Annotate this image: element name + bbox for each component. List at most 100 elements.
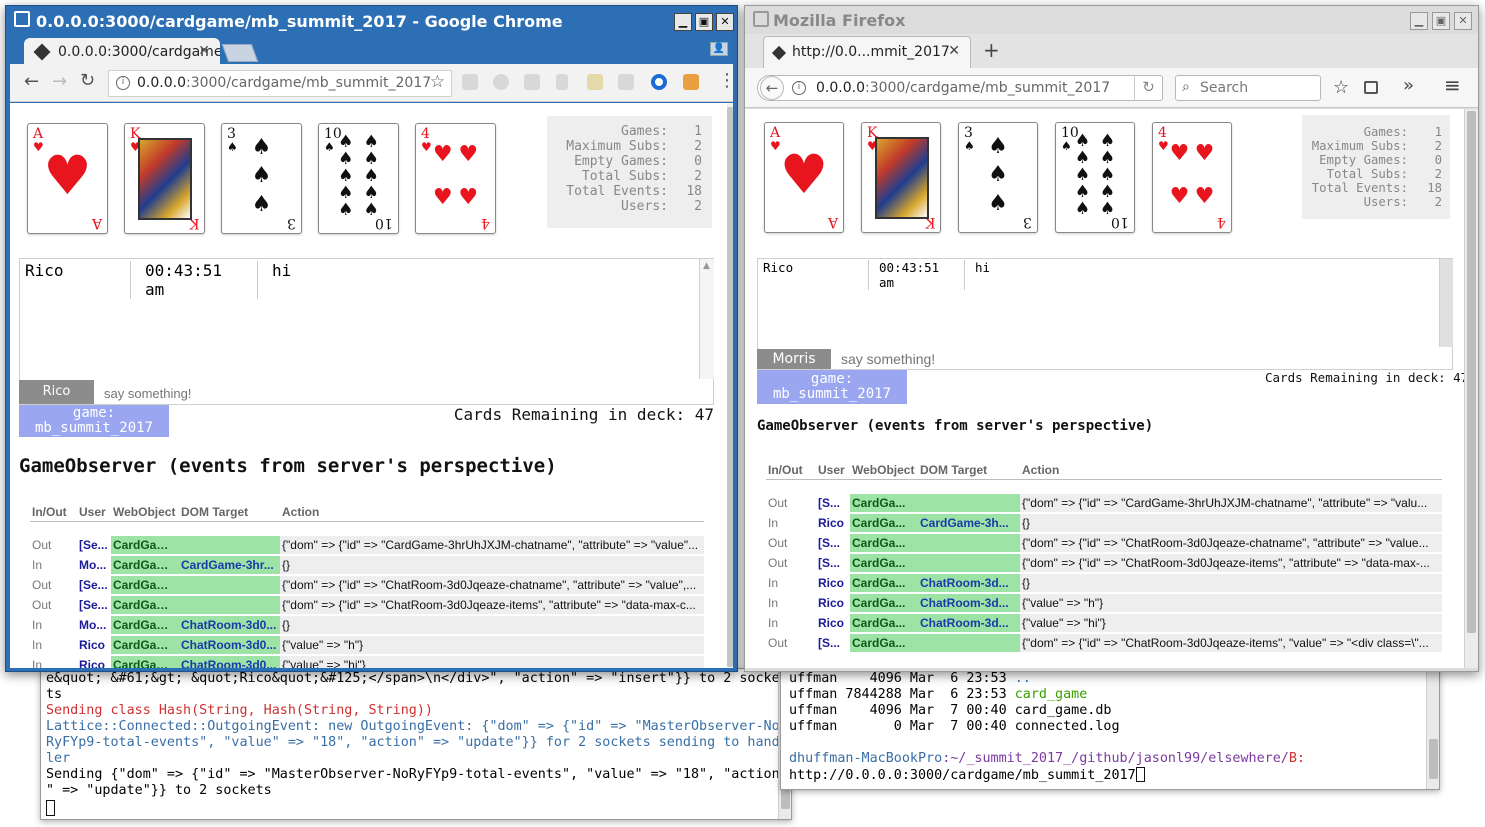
ff-page-scrollbar[interactable] [1464, 109, 1478, 668]
ff-card-a[interactable]: A ♥ A ♥ [764, 122, 844, 233]
page-scrollbar[interactable] [727, 103, 733, 668]
ff-maximize-button[interactable]: ▣ [1432, 12, 1450, 30]
column-header[interactable]: User [77, 505, 111, 522]
ff-card-k[interactable]: K ♥ K [861, 122, 941, 233]
ff-overflow-icon[interactable]: » [1403, 75, 1414, 96]
event-row[interactable]: In Rico CardGa... ChatRoom-3d...{} [766, 574, 1442, 592]
extension-icon-5[interactable] [587, 74, 603, 90]
event-row[interactable]: Out [Se... CardGam... {"dom" => {"id" => "C… [30, 536, 704, 554]
extension-icon-2[interactable] [493, 74, 509, 90]
events-table: In/Out User WebObject DOM Target Action Out [S… [30, 503, 704, 668]
column-header[interactable]: In/Out [30, 505, 77, 522]
chat-scrollbar[interactable]: ▲ [699, 259, 714, 379]
chrome-window[interactable]: 0.0.0.0:3000/cardgame/mb_summit_2017 - G… [5, 5, 738, 672]
column-header[interactable]: DOM Target [918, 463, 1020, 480]
profile-icon[interactable]: 👤 [710, 42, 728, 56]
menu-dots-icon[interactable]: ⋮ [718, 70, 736, 91]
extension-icon-3[interactable] [524, 74, 540, 90]
column-header[interactable]: In/Out [766, 463, 816, 480]
column-header[interactable]: Action [280, 505, 704, 522]
event-row[interactable]: Out [S... CardGa... {"dom" => {"id" => "Cha… [766, 534, 1442, 552]
card-a[interactable]: A ♥ A ♥ [27, 123, 108, 234]
ff-tab-close-icon[interactable]: ✕ [948, 43, 960, 59]
ff-page-scrollbar-thumb[interactable] [1467, 111, 1476, 633]
chrome-tab-active[interactable]: 0.0.0.0:3000/cardgame/ ✕ [24, 38, 220, 66]
card-10[interactable]: 10 ♠ 10 ♠ ♠ ♠ ♠ ♠ ♠ ♠ ♠ ♠ ♠ [318, 123, 399, 234]
event-row[interactable]: In Rico CardGa... ChatRoom-3d... {"value" =>… [766, 594, 1442, 612]
card-pips: ♠ ♠ ♠ ♠ ♠ ♠ ♠ ♠ ♠ ♠ [319, 134, 398, 219]
stat-label: Maximum Subs: [566, 139, 668, 154]
card-3[interactable]: 3 ♠ 3 ♠ ♠ ♠ [221, 123, 302, 234]
event-webobject: CardGam... [111, 536, 179, 554]
address-bar[interactable]: i 0.0.0.0:3000/cardgame/mb_summit_2017 ☆ [108, 70, 452, 97]
ff-url-path: :3000/cardgame/mb_summit_2017 [864, 80, 1111, 96]
column-header[interactable]: DOM Target [179, 505, 280, 522]
terminal-window-right[interactable]: uffman 4096 Mar 6 23:53 .. uffman 784428… [780, 668, 1440, 790]
ff-menu-icon[interactable]: ≡ [1444, 73, 1461, 97]
card-k[interactable]: K ♥ K [124, 123, 205, 234]
back-arrow-icon[interactable]: ← [24, 71, 39, 92]
card-4[interactable]: 4 ♥ 4 ♥ ♥ ♥ ♥ [415, 123, 496, 234]
event-direction: Out [768, 556, 788, 570]
close-icon[interactable]: ✕ [198, 43, 210, 59]
ff-say-something-input[interactable] [841, 350, 1431, 368]
ls-date: Mar 7 00:40 [901, 719, 1015, 734]
ff-bookmark-star-icon[interactable]: ☆ [1333, 77, 1349, 98]
ff-close-button[interactable]: ✕ [1454, 12, 1472, 30]
column-header[interactable]: User [816, 463, 850, 480]
event-row[interactable]: In Rico CardGam... ChatRoom-3d0... {"value" … [30, 636, 704, 654]
extension-icon-4[interactable] [556, 74, 568, 90]
event-row[interactable]: In Mo... CardGam... CardGame-3hr...{} [30, 556, 704, 574]
ff-address-bar[interactable]: ← i 0.0.0.0:3000/cardgame/mb_summit_2017… [757, 75, 1163, 101]
stat-row: Total Subs: 2 [566, 169, 702, 184]
forward-arrow-icon[interactable]: → [52, 71, 67, 92]
say-something-input[interactable] [104, 383, 684, 403]
event-row[interactable]: Out [S... CardGa... {"dom" => {"id" => "Cha… [766, 634, 1442, 652]
stat-row: Empty Games: 0 [566, 154, 702, 169]
page-scrollbar-thumb[interactable] [727, 107, 733, 667]
ff-chat-scrollbar[interactable] [1439, 259, 1453, 347]
column-header[interactable]: WebObject [850, 463, 918, 480]
ff-card-3[interactable]: 3 ♠ 3 ♠ ♠ ♠ [958, 122, 1038, 233]
column-header[interactable]: Action [1020, 463, 1442, 480]
maximize-button[interactable]: ▣ [695, 13, 713, 31]
ff-new-tab-icon[interactable]: + [983, 38, 1000, 62]
event-row[interactable]: Out [Se... CardGam... {"dom" => {"id" => "C… [30, 576, 704, 594]
ff-card-10[interactable]: 10 ♠ 10 ♠ ♠ ♠ ♠ ♠ ♠ ♠ ♠ ♠ ♠ [1055, 122, 1135, 233]
ff-card-4[interactable]: 4 ♥ 4 ♥ ♥ ♥ ♥ [1152, 122, 1232, 233]
stat-value: 0 [1434, 153, 1442, 167]
firefox-window[interactable]: Mozilla Firefox ▁ ▣ ✕ http://0.0...mmit_… [744, 5, 1479, 672]
minimize-button[interactable]: ▁ [674, 13, 692, 31]
terminal-window-left[interactable]: e&quot; &#61;&gt; &quot;Rico&quot;&#125;… [40, 668, 792, 820]
event-row[interactable]: In Rico CardGa... CardGame-3h...{} [766, 514, 1442, 532]
new-tab-button[interactable] [221, 44, 259, 62]
extension-icon-8[interactable] [683, 74, 699, 90]
ff-minimize-button[interactable]: ▁ [1410, 12, 1428, 30]
extension-icon-6[interactable] [618, 74, 634, 90]
scroll-up-icon[interactable]: ▲ [703, 261, 710, 271]
ff-search-box[interactable]: ⌕ Search [1175, 75, 1321, 101]
event-row[interactable]: In Rico CardGam... ChatRoom-3d0... {"value" … [30, 656, 704, 668]
ff-reading-list-icon[interactable] [1364, 81, 1378, 94]
stat-label: Games: [1363, 125, 1408, 139]
close-button[interactable]: ✕ [716, 13, 734, 31]
terminal-right-scrollbar-thumb[interactable] [1429, 739, 1438, 779]
reload-icon[interactable]: ↻ [80, 70, 95, 91]
firefox-tab-active[interactable]: http://0.0...mmit_2017 ✕ [763, 36, 971, 68]
pip-icon: ♠ [251, 135, 272, 161]
event-row[interactable]: In Mo... CardGam... ChatRoom-3d0...{} [30, 616, 704, 634]
bookmark-star-icon[interactable]: ☆ [430, 72, 445, 92]
extension-icon-7[interactable] [651, 74, 667, 90]
event-direction: Out [768, 496, 788, 510]
event-row[interactable]: In Rico CardGa... ChatRoom-3d... {"value" =>… [766, 614, 1442, 632]
event-user: [S... [818, 496, 841, 510]
event-row[interactable]: Out [S... CardGa... {"dom" => {"id" => "Cha… [766, 554, 1442, 572]
event-row[interactable]: Out [S... CardGa... {"dom" => {"id" => "Car… [766, 494, 1442, 512]
event-row[interactable]: Out [Se... CardGam... {"dom" => {"id" => "C… [30, 596, 704, 614]
ff-reload-icon[interactable]: ↻ [1134, 76, 1162, 100]
event-user: Rico [818, 576, 845, 590]
ff-back-icon[interactable]: ← [760, 76, 784, 100]
terminal-right-scrollbar[interactable] [1426, 669, 1439, 789]
extension-icon-1[interactable] [462, 74, 478, 90]
column-header[interactable]: WebObject [111, 505, 179, 522]
